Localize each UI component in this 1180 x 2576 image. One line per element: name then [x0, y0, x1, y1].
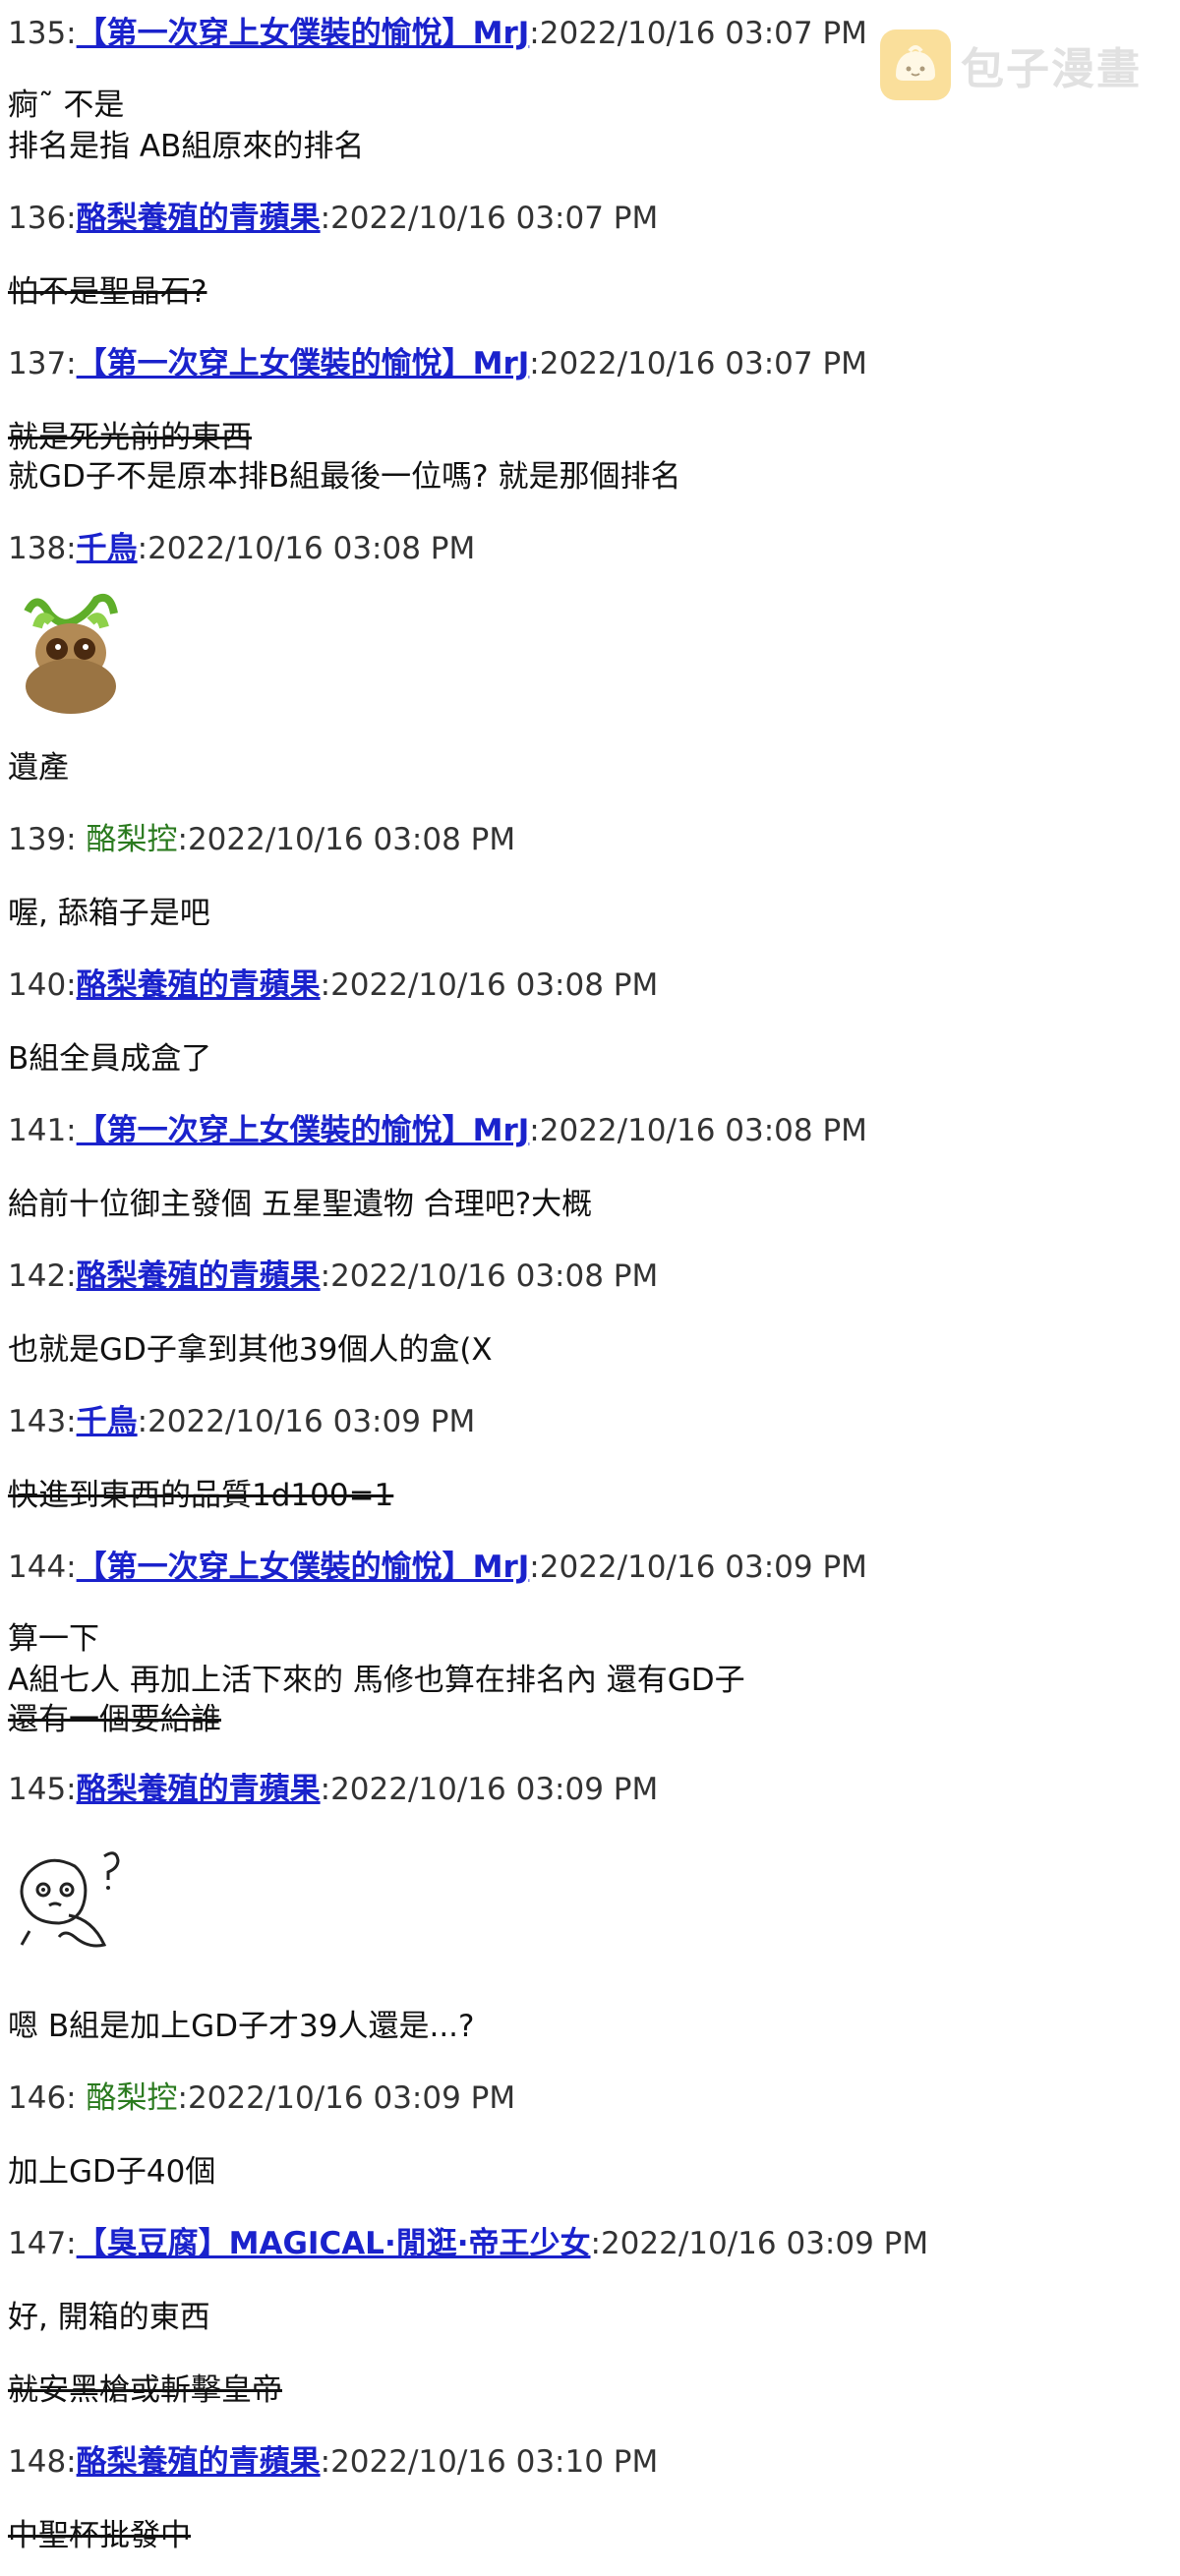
- post-timestamp: 2022/10/16 03:09 PM: [539, 1550, 867, 1585]
- post-timestamp: 2022/10/16 03:08 PM: [330, 967, 659, 1003]
- post-text: 喔, 舔箱子是吧: [8, 896, 210, 931]
- separator: :: [320, 967, 331, 1003]
- post-header: 145:酪梨養殖的青蘋果:2022/10/16 03:09 PM: [8, 1770, 658, 1809]
- post-timestamp: 2022/10/16 03:09 PM: [600, 2226, 929, 2261]
- post-text: 遺產: [8, 750, 69, 786]
- separator: :: [590, 2226, 601, 2261]
- post-header: 138:千鳥:2022/10/16 03:08 PM: [8, 529, 475, 568]
- post-timestamp: 2022/10/16 03:07 PM: [539, 16, 867, 51]
- post-number: 148:: [8, 2444, 77, 2480]
- post-header: 144:【第一次穿上女僕裝的愉悅】MrJ:2022/10/16 03:09 PM: [8, 1548, 867, 1587]
- post-number: 144:: [8, 1550, 77, 1585]
- post-text: 加上GD子40個: [8, 2154, 216, 2190]
- separator: :: [320, 1772, 331, 1807]
- poster-name-link[interactable]: 酪梨養殖的青蘋果: [77, 1772, 321, 1807]
- post-header: 142:酪梨養殖的青蘋果:2022/10/16 03:08 PM: [8, 1257, 658, 1296]
- post-header: 148:酪梨養殖的青蘋果:2022/10/16 03:10 PM: [8, 2442, 658, 2482]
- post-number: 141:: [8, 1113, 77, 1148]
- separator: :: [529, 16, 540, 51]
- separator: :: [177, 822, 188, 857]
- post-text-strikethrough: 就是死光前的東西: [8, 420, 252, 455]
- separator: :: [177, 2080, 188, 2116]
- poster-name-link[interactable]: 酪梨養殖的青蘋果: [77, 2444, 321, 2480]
- post-text: 也就是GD子拿到其他39個人的盒(X: [8, 1332, 493, 1368]
- post-text: 算一下: [8, 1621, 99, 1657]
- post-header: 147:【臭豆腐】MAGICAL·閒逛·帝王少女:2022/10/16 03:0…: [8, 2224, 928, 2263]
- post-text: 嗯 B組是加上GD子才39人還是...?: [8, 2009, 475, 2044]
- post-number: 136:: [8, 201, 77, 236]
- separator: :: [320, 1259, 331, 1294]
- separator: :: [529, 1550, 540, 1585]
- post-text: 就GD子不是原本排B組最後一位嗎? 就是那個排名: [8, 459, 681, 495]
- post-number: 146:: [8, 2080, 77, 2116]
- poster-name-link[interactable]: 【第一次穿上女僕裝的愉悅】MrJ: [77, 1113, 530, 1148]
- post-number: 145:: [8, 1772, 77, 1807]
- post-number: 137:: [8, 346, 77, 381]
- post-number: 142:: [8, 1259, 77, 1294]
- poster-name-link[interactable]: 【第一次穿上女僕裝的愉悅】MrJ: [77, 1550, 530, 1585]
- post-timestamp: 2022/10/16 03:08 PM: [148, 531, 476, 566]
- post-text: 好, 開箱的東西: [8, 2300, 210, 2335]
- post-header: 146: 酪梨控:2022/10/16 03:09 PM: [8, 2078, 515, 2118]
- post-header: 140:酪梨養殖的青蘋果:2022/10/16 03:08 PM: [8, 966, 658, 1005]
- poster-name-link[interactable]: 酪梨養殖的青蘋果: [77, 1259, 321, 1294]
- post-text-strikethrough: 快進到東西的品質1d100=1: [8, 1478, 394, 1513]
- post-text-strikethrough: 怕不是聖晶石?: [8, 274, 207, 310]
- separator: :: [529, 1113, 540, 1148]
- post-timestamp: 2022/10/16 03:07 PM: [330, 201, 659, 236]
- post-header: 136:酪梨養殖的青蘋果:2022/10/16 03:07 PM: [8, 199, 658, 238]
- poster-name-link[interactable]: 千鳥: [77, 531, 138, 566]
- post-timestamp: 2022/10/16 03:07 PM: [539, 346, 867, 381]
- post-timestamp: 2022/10/16 03:09 PM: [148, 1404, 476, 1439]
- post-header: 143:千鳥:2022/10/16 03:09 PM: [8, 1402, 475, 1441]
- poster-name-link[interactable]: 千鳥: [77, 1404, 138, 1439]
- separator: :: [320, 201, 331, 236]
- poster-name-link[interactable]: 【第一次穿上女僕裝的愉悅】MrJ: [77, 346, 530, 381]
- bun-logo-icon: [880, 29, 951, 100]
- post-timestamp: 2022/10/16 03:08 PM: [187, 822, 516, 857]
- post-text: 給前十位御主發個 五星聖遺物 合理吧?大概: [8, 1187, 593, 1222]
- post-number: 143:: [8, 1404, 77, 1439]
- post-header: 137:【第一次穿上女僕裝的愉悅】MrJ:2022/10/16 03:07 PM: [8, 344, 867, 383]
- post-number: 139:: [8, 822, 77, 857]
- post-number: 138:: [8, 531, 77, 566]
- poster-name-link[interactable]: 酪梨養殖的青蘋果: [77, 201, 321, 236]
- post-timestamp: 2022/10/16 03:09 PM: [187, 2080, 516, 2116]
- loris-sticker-image: [18, 592, 126, 719]
- separator: :: [320, 2444, 331, 2480]
- post-number: 140:: [8, 967, 77, 1003]
- poster-name: 酪梨控: [86, 2080, 178, 2116]
- post-timestamp: 2022/10/16 03:08 PM: [539, 1113, 867, 1148]
- post-number: 135:: [8, 16, 77, 51]
- post-text: B組全員成盒了: [8, 1041, 212, 1077]
- post-header: 139: 酪梨控:2022/10/16 03:08 PM: [8, 820, 515, 859]
- poster-name-link[interactable]: 酪梨養殖的青蘋果: [77, 967, 321, 1003]
- poster-name-link[interactable]: 【臭豆腐】MAGICAL·閒逛·帝王少女: [77, 2226, 591, 2261]
- post-text-strikethrough: 就安黑槍或斬擊皇帝: [8, 2372, 282, 2408]
- separator: :: [137, 1404, 148, 1439]
- post-text: 排名是指 AB組原來的排名: [8, 129, 365, 164]
- separator: :: [529, 346, 540, 381]
- post-timestamp: 2022/10/16 03:08 PM: [330, 1259, 659, 1294]
- watermark: 包子漫畫: [880, 29, 1142, 100]
- separator: :: [137, 531, 148, 566]
- post-text-strikethrough: 中聖杯批發中: [8, 2518, 191, 2553]
- poster-name: 酪梨控: [86, 822, 178, 857]
- post-text: A組七人 再加上活下來的 馬修也算在排名內 還有GD子: [8, 1663, 745, 1698]
- confused-face-sticker-image: [10, 1843, 128, 1964]
- post-header: 141:【第一次穿上女僕裝的愉悅】MrJ:2022/10/16 03:08 PM: [8, 1111, 867, 1150]
- post-number: 147:: [8, 2226, 77, 2261]
- post-timestamp: 2022/10/16 03:09 PM: [330, 1772, 659, 1807]
- post-timestamp: 2022/10/16 03:10 PM: [330, 2444, 659, 2480]
- post-text-strikethrough: 還有一個要給誰: [8, 1702, 221, 1737]
- poster-name-link[interactable]: 【第一次穿上女僕裝的愉悅】MrJ: [77, 16, 530, 51]
- watermark-text: 包子漫畫: [961, 44, 1142, 94]
- post-header: 135:【第一次穿上女僕裝的愉悅】MrJ:2022/10/16 03:07 PM: [8, 14, 867, 53]
- post-text: 痾˜ 不是: [8, 88, 125, 123]
